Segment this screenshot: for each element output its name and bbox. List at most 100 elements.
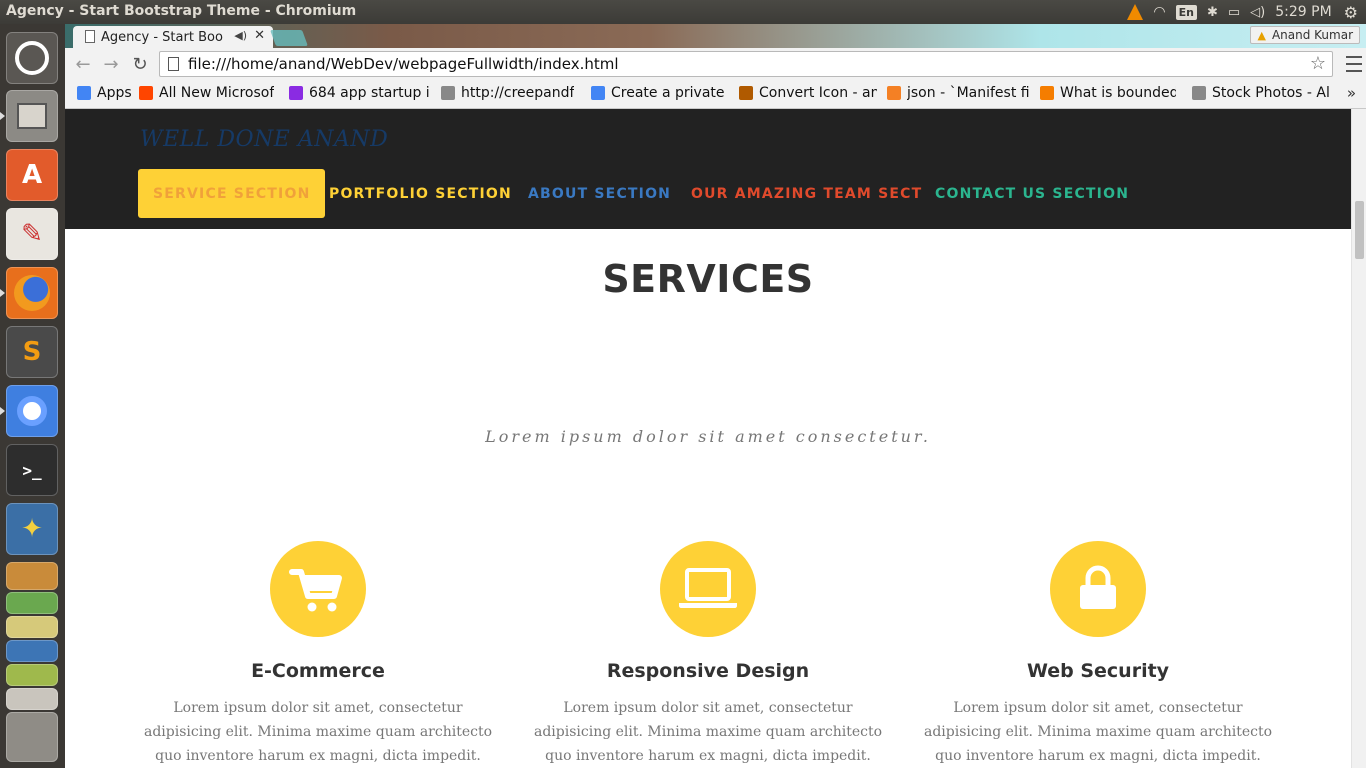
settings-gear-icon[interactable]: ⚙ (1344, 0, 1358, 24)
bookmark-item[interactable]: Convert Icon - an (739, 85, 877, 101)
document-viewer-icon[interactable]: ✎ (6, 208, 58, 260)
python-icon[interactable]: ✦ (6, 503, 58, 555)
writer-icon[interactable] (6, 688, 58, 710)
service-item: Responsive Design Lorem ipsum dolor sit … (528, 541, 888, 768)
profile-button[interactable]: ▲ Anand Kumar (1250, 26, 1360, 44)
running-indicator (0, 112, 5, 120)
impress-icon[interactable] (6, 664, 58, 686)
chromium-icon[interactable] (6, 385, 58, 437)
bookmark-item[interactable]: Stock Photos - Al (1192, 85, 1330, 101)
system-tray: ◠ En ✱ ▭ ◁) 5:29 PM ⚙ (1127, 0, 1366, 24)
service-item: E-Commerce Lorem ipsum dolor sit amet, c… (138, 541, 498, 768)
workspace-switcher-icon[interactable] (6, 592, 58, 614)
bookmarks-bar: Apps All New Microsof 684 app startup i htt… (65, 80, 1366, 109)
page-icon (1192, 86, 1206, 100)
nav-link[interactable]: SERVICE SECTION (138, 169, 326, 218)
vlc-tray-icon[interactable] (1127, 0, 1144, 24)
startup-icon (289, 86, 303, 100)
service-heading: Responsive Design (606, 660, 810, 682)
services-section: SERVICES Lorem ipsum dolor sit amet cons… (65, 229, 1351, 768)
nav-link[interactable]: PORTFOLIO SECTION (314, 169, 527, 218)
software-center-icon[interactable]: A (6, 149, 58, 201)
bookmark-item[interactable]: http://creepandf (441, 85, 574, 101)
bookmark-label: All New Microsof (159, 85, 275, 101)
window-title: Agency - Start Bootstrap Theme - Chromiu… (6, 3, 357, 19)
calc-icon[interactable] (6, 640, 58, 662)
running-indicator (0, 289, 5, 297)
service-description: Lorem ipsum dolor sit amet, consectetur … (533, 700, 883, 764)
reload-button[interactable]: ↻ (128, 52, 152, 76)
firefox-icon[interactable] (6, 267, 58, 319)
blogger-icon (1040, 86, 1054, 100)
service-heading: Web Security (1026, 660, 1170, 682)
warning-icon: ▲ (1257, 28, 1266, 42)
vlc-icon[interactable] (6, 562, 58, 590)
bookmark-item[interactable]: json - `Manifest fi (887, 85, 1030, 101)
browser-window: Agency - Start Boo ◀) ✕ ▲ Anand Kumar ← … (65, 24, 1366, 768)
page-icon (441, 86, 455, 100)
nav-link[interactable]: OUR AMAZING TEAM SECT (676, 169, 937, 218)
audio-playing-icon[interactable]: ◀) (234, 29, 247, 42)
os-top-panel: Agency - Start Bootstrap Theme - Chromiu… (0, 0, 1366, 24)
bookmark-item[interactable]: Apps (77, 85, 132, 101)
site-brand[interactable]: WELL DONE ANAND (140, 127, 388, 152)
address-bar[interactable]: file:///home/anand/WebDev/webpageFullwid… (159, 51, 1333, 77)
profile-name: Anand Kumar (1271, 28, 1353, 42)
nav-link[interactable]: ABOUT SECTION (513, 169, 686, 218)
nav-link[interactable]: CONTACT US SECTION (920, 169, 1144, 218)
battery-icon[interactable]: ▭ (1228, 0, 1240, 24)
trash-icon[interactable] (6, 712, 58, 762)
convert-icon (739, 86, 753, 100)
bookmark-label: Create a private C (611, 85, 728, 101)
bookmark-label: What is bounded (1060, 85, 1176, 101)
keyboard-layout-indicator[interactable]: En (1175, 0, 1197, 24)
forward-button[interactable]: → (99, 52, 123, 76)
page-favicon-icon (85, 30, 95, 43)
page-scrollbar[interactable] (1351, 109, 1366, 768)
volume-icon[interactable]: ◁) (1250, 0, 1265, 24)
shopping-cart-icon (270, 541, 366, 637)
bookmark-label: 684 app startup i (309, 85, 430, 101)
laptop-icon (660, 541, 756, 637)
bookmark-label: Apps (97, 85, 132, 101)
sublime-text-icon[interactable]: S (6, 326, 58, 378)
more-bookmarks-button[interactable]: » (1347, 84, 1356, 102)
browser-tab[interactable]: Agency - Start Boo ◀) ✕ (73, 26, 273, 48)
service-item: Web Security Lorem ipsum dolor sit amet,… (918, 541, 1278, 768)
files-icon[interactable] (6, 90, 58, 142)
ubuntu-dash-icon[interactable] (6, 32, 58, 84)
tab-title: Agency - Start Boo (101, 29, 223, 45)
service-description: Lorem ipsum dolor sit amet, consectetur … (143, 700, 493, 764)
bookmark-item[interactable]: All New Microsof (139, 85, 274, 101)
stackoverflow-icon (887, 86, 901, 100)
chrome-menu-icon[interactable] (1346, 54, 1362, 74)
running-indicator (0, 407, 5, 415)
url-text: file:///home/anand/WebDev/webpageFullwid… (188, 55, 619, 73)
scrollbar-thumb[interactable] (1355, 201, 1364, 259)
text-editor-icon[interactable] (6, 616, 58, 638)
bookmark-item[interactable]: 684 app startup i (289, 85, 430, 101)
section-subheading: Lorem ipsum dolor sit amet consectetur. (485, 427, 931, 446)
new-tab-button[interactable] (270, 30, 308, 46)
close-tab-icon[interactable]: ✕ (254, 28, 265, 43)
bookmark-item[interactable]: Create a private C (591, 85, 728, 101)
back-button[interactable]: ← (71, 52, 95, 76)
bookmark-label: http://creepandf (461, 85, 575, 101)
bookmark-label: Stock Photos - Al (1212, 85, 1330, 101)
clock[interactable]: 5:29 PM (1275, 0, 1331, 24)
bookmark-item[interactable]: What is bounded (1040, 85, 1176, 101)
bookmark-star-icon[interactable]: ☆ (1310, 53, 1326, 74)
service-heading: E-Commerce (251, 660, 385, 682)
page-viewport: WELL DONE ANAND SERVICE SECTION PORTFOLIO… (65, 109, 1351, 768)
bluetooth-icon[interactable]: ✱ (1207, 0, 1218, 24)
terminal-icon[interactable]: >_ (6, 444, 58, 496)
service-description: Lorem ipsum dolor sit amet, consectetur … (923, 700, 1273, 764)
keyboard-layout-label: En (1175, 4, 1197, 20)
reddit-icon (139, 86, 153, 100)
site-navbar: WELL DONE ANAND SERVICE SECTION PORTFOLIO… (65, 109, 1351, 229)
wifi-icon[interactable]: ◠ (1153, 0, 1165, 24)
page-info-icon[interactable] (168, 57, 179, 71)
section-heading: SERVICES (602, 257, 814, 301)
bookmark-label: json - `Manifest fi (907, 85, 1030, 101)
bookmark-label: Convert Icon - an (759, 85, 877, 101)
